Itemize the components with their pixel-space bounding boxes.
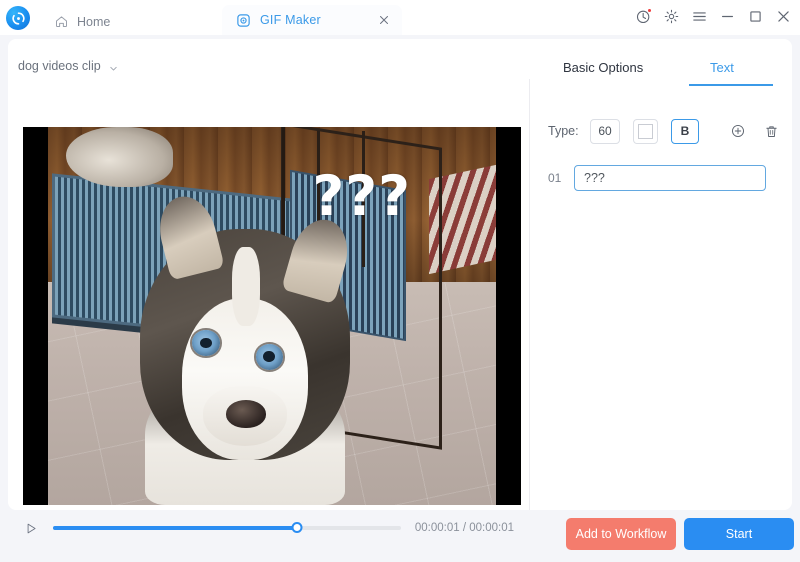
home-tab-label: Home <box>77 14 111 29</box>
gif-maker-icon <box>236 13 251 28</box>
trash-icon[interactable] <box>764 123 779 140</box>
add-to-workflow-button[interactable]: Add to Workflow <box>566 518 676 550</box>
video-overlay-text: ??? <box>312 163 412 228</box>
bold-toggle-button[interactable]: B <box>671 118 699 144</box>
husky-dog <box>120 184 371 505</box>
gif-maker-tab-label: GIF Maker <box>260 13 321 27</box>
type-label: Type: <box>548 124 579 138</box>
font-size-input[interactable]: 60 <box>590 118 620 144</box>
text-format-toolbar: Type: 60 B <box>548 118 792 144</box>
close-window-icon[interactable] <box>775 8 792 25</box>
minimize-icon[interactable] <box>719 8 736 25</box>
dog-eye-right <box>255 344 284 370</box>
home-tab[interactable]: Home <box>44 8 120 35</box>
settings-gear-icon[interactable] <box>663 8 680 25</box>
title-bar: Home GIF Maker <box>0 0 800 35</box>
font-color-picker[interactable] <box>633 118 658 144</box>
tab-basic-options[interactable]: Basic Options <box>563 60 643 75</box>
menu-hamburger-icon[interactable] <box>691 8 708 25</box>
dog-head <box>139 190 357 460</box>
home-icon <box>54 14 69 29</box>
dog-blaze <box>232 247 260 326</box>
chevron-down-icon <box>108 61 119 72</box>
app-logo <box>6 6 30 30</box>
footer-actions: Add to Workflow Start <box>0 518 800 562</box>
text-entry-row: 01 <box>548 165 792 191</box>
window-controls <box>635 8 792 25</box>
text-content-input[interactable] <box>574 165 766 191</box>
color-swatch <box>638 123 653 139</box>
tab-text[interactable]: Text <box>710 60 734 75</box>
dog-eye-left <box>192 330 220 356</box>
history-clock-icon[interactable] <box>635 8 652 25</box>
maximize-icon[interactable] <box>747 8 764 25</box>
notification-badge <box>647 8 652 13</box>
add-circle-icon[interactable] <box>730 123 746 139</box>
gif-maker-tab[interactable]: GIF Maker <box>222 5 402 35</box>
dog-nose <box>226 399 267 428</box>
clip-selector-dropdown[interactable]: dog videos clip <box>18 59 119 73</box>
start-button[interactable]: Start <box>684 518 794 550</box>
options-tabs: Basic Options Text <box>530 39 792 86</box>
options-pane: Basic Options Text Type: 60 B 01 ??? <box>530 39 792 510</box>
text-row-index: 01 <box>548 171 562 185</box>
clip-name-label: dog videos clip <box>18 59 101 73</box>
app-logo-swirl-icon <box>6 6 30 30</box>
main-card: dog videos clip ??? 00:00:01 / 00:00:01 … <box>8 39 792 534</box>
tab-active-indicator <box>689 84 773 86</box>
preview-pane: dog videos clip ??? 00:00:01 / 00:00:01 <box>8 39 521 534</box>
video-preview[interactable]: ??? <box>23 127 521 505</box>
dog-ear-left <box>152 190 225 281</box>
video-frame: ??? <box>48 127 496 505</box>
close-icon[interactable] <box>377 13 391 27</box>
